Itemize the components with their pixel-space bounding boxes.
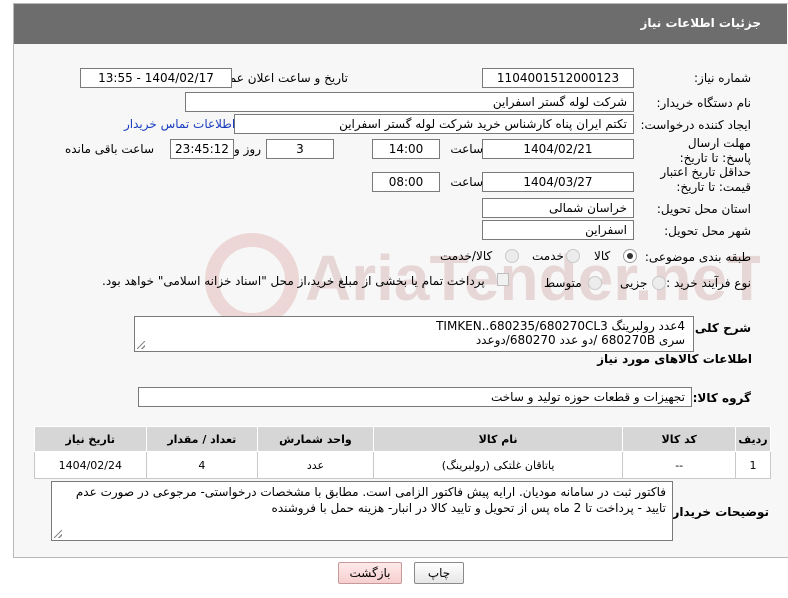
process-medium-radio[interactable] [588, 276, 602, 290]
resize-grip-icon[interactable] [137, 341, 145, 349]
price-time-field: 08:00 [372, 172, 440, 192]
category-goods-radio[interactable] [623, 249, 637, 263]
process-partial-label: جزیی [620, 276, 648, 290]
deadline-time-field: 14:00 [372, 139, 440, 159]
buyer-org-label: نام دستگاه خریدار: [656, 96, 752, 110]
resize-grip-icon[interactable] [54, 530, 62, 538]
category-goods-service-radio[interactable] [505, 249, 519, 263]
treasury-payment-note: پرداخت تمام یا بخشی از مبلغ خرید،از محل … [102, 274, 485, 288]
deadline-label: مهلت ارسال پاسخ: تا تاریخ: [679, 136, 751, 165]
category-goods-label: کالا [594, 249, 611, 263]
treasury-payment-checkbox[interactable] [497, 273, 509, 286]
price-date-field: 1404/03/27 [482, 172, 634, 192]
col-goods-code: کد کالا [622, 426, 736, 452]
price-time-label: ساعت [450, 175, 483, 189]
buyer-notes-label: توضیحات خریدار: [667, 505, 769, 519]
description-line-2: سری 680270B /دو عدد 680270/دوعدد [475, 333, 685, 347]
days-label: روز و [234, 142, 261, 156]
process-partial-radio[interactable] [652, 276, 666, 290]
page-header: جزئیات اطلاعات نیاز [14, 4, 787, 44]
cell-goods-code: -- [622, 451, 736, 479]
category-service-radio[interactable] [566, 249, 580, 263]
back-button[interactable]: بازگشت [338, 562, 402, 584]
process-medium-label: متوسط [544, 276, 582, 290]
cell-goods-name: یاتاقان غلتکی (رولبرینگ) [372, 451, 624, 479]
table-row[interactable]: 1 -- یاتاقان غلتکی (رولبرینگ) عدد 4 1404… [34, 451, 772, 479]
province-label: استان محل تحویل: [656, 202, 751, 216]
buyer-notes-textarea[interactable]: فاکتور ثبت در سامانه مودیان. ارایه پیش ف… [51, 481, 673, 541]
remaining-label: ساعت باقی مانده [64, 142, 154, 156]
cell-quantity: 4 [145, 451, 259, 479]
category-goods-service-label: کالا/خدمت [440, 249, 493, 263]
deadline-date-field: 1404/02/21 [482, 139, 634, 159]
deadline-time-label: ساعت [450, 142, 483, 156]
cell-need-date: 1404/02/24 [34, 451, 147, 479]
cell-row-number: 1 [734, 451, 772, 479]
cell-unit: عدد [257, 451, 374, 479]
need-number-label: شماره نیاز: [694, 71, 751, 85]
col-row-number: ردیف [734, 426, 772, 452]
province-field: خراسان شمالی [482, 198, 634, 218]
remaining-time-field: 23:45:12 [170, 139, 234, 159]
city-label: شهر محل تحویل: [664, 224, 751, 238]
category-service-label: خدمت [532, 249, 564, 263]
col-goods-name: نام کالا [372, 426, 624, 452]
goods-group-label: گروه کالا: [692, 391, 751, 405]
page-title: جزئیات اطلاعات نیاز [640, 16, 761, 30]
announce-field: 1404/02/17 - 13:55 [80, 68, 232, 88]
table-header-row: ردیف کد کالا نام کالا واحد شمارش تعداد /… [34, 426, 772, 452]
description-textarea[interactable]: 4عدد رولبرینگ TIMKEN..680235/680270CL3 س… [134, 316, 694, 352]
col-unit: واحد شمارش [257, 426, 374, 452]
col-quantity: تعداد / مقدار [145, 426, 259, 452]
creator-label: ایجاد کننده درخواست: [640, 118, 751, 132]
goods-info-title: اطلاعات کالاهای مورد نیاز [597, 352, 752, 366]
process-label: نوع فرآیند خرید : [666, 276, 751, 290]
creator-field: تکتم ایران پناه کارشناس خرید شرکت لوله گ… [234, 114, 634, 134]
city-field: اسفراین [482, 220, 634, 240]
need-number-field: 1104001512000123 [482, 68, 634, 88]
price-validity-label: حداقل تاریخ اعتبار قیمت: تا تاریخ: [660, 165, 751, 194]
description-line-1: 4عدد رولبرینگ TIMKEN..680235/680270CL3 [436, 319, 685, 333]
buyer-notes-text: فاکتور ثبت در سامانه مودیان. ارایه پیش ف… [75, 485, 666, 515]
goods-group-field: تجهیزات و قطعات حوزه تولید و ساخت [138, 387, 692, 407]
goods-table: ردیف کد کالا نام کالا واحد شمارش تعداد /… [34, 426, 772, 479]
category-label: طبقه بندی موضوعی: [644, 250, 751, 264]
buyer-org-field: شرکت لوله گستر اسفراین [185, 92, 634, 112]
days-field: 3 [266, 139, 334, 159]
contact-info-link[interactable]: اطلاعات تماس خریدار [124, 117, 235, 131]
col-need-date: تاریخ نیاز [34, 426, 147, 452]
print-button[interactable]: چاپ [414, 562, 464, 584]
